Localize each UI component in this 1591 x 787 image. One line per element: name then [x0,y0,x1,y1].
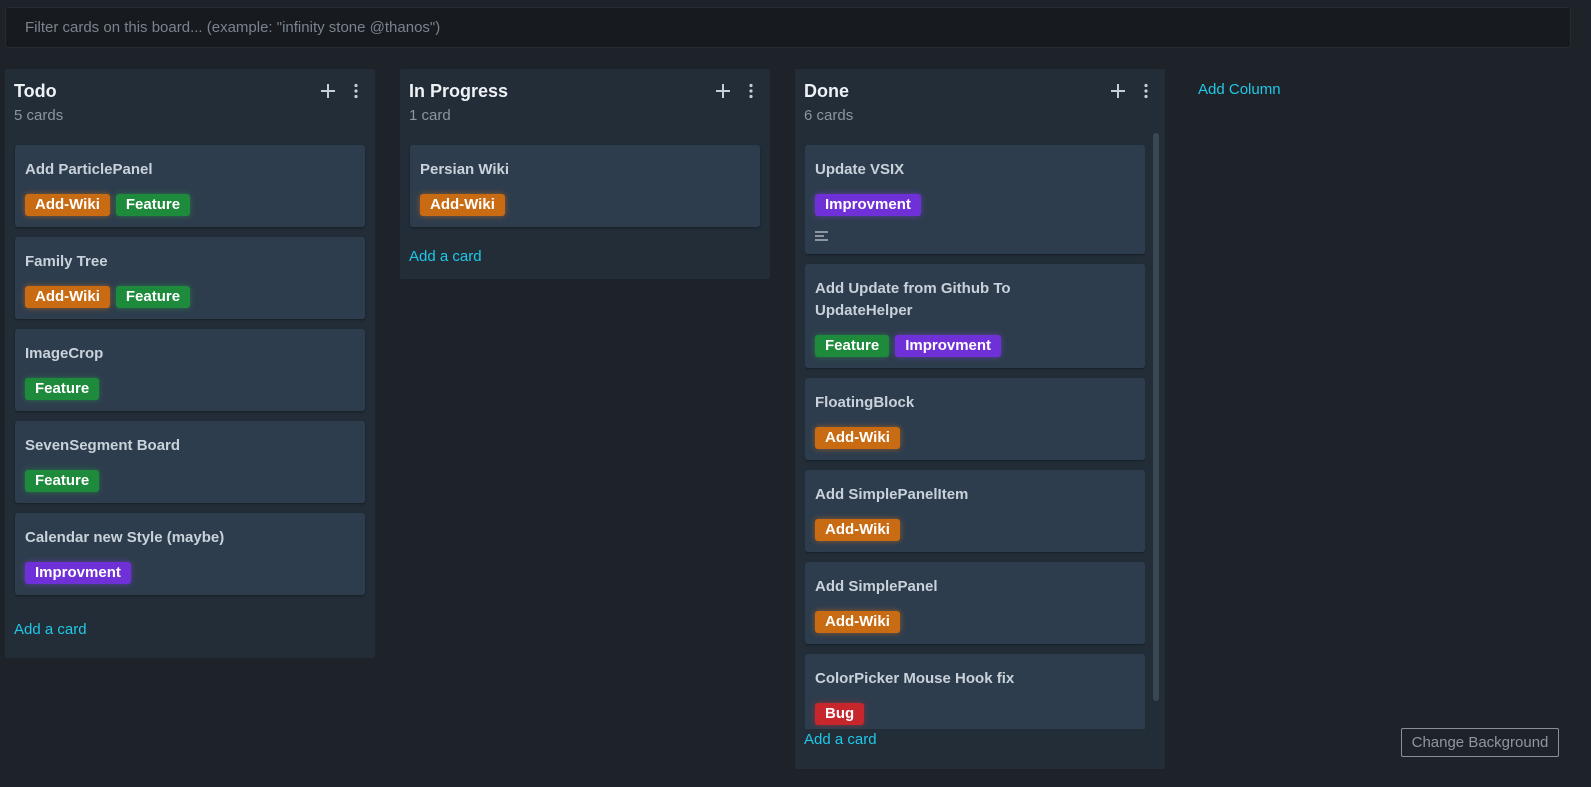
card-labels: Feature [25,378,355,400]
card-title: Update VSIX [815,161,905,178]
card[interactable]: Update VSIX Improvment [805,145,1145,254]
card-title: Add SimplePanelItem [815,486,969,503]
card[interactable]: Add ParticlePanel Add-Wiki Feature [15,145,365,227]
card-labels: Improvment [25,562,355,584]
card-labels: Feature Improvment [815,335,1135,357]
card-labels: Add-Wiki Feature [25,286,355,308]
card-labels: Add-Wiki [815,427,1135,449]
card-labels: Add-Wiki [420,194,750,216]
column-header: Done 6 cards [804,79,1155,129]
card[interactable]: Persian Wiki Add-Wiki [410,145,760,227]
label-feature: Feature [815,335,890,357]
add-card-button[interactable]: Add a card [804,731,877,748]
label-add-wiki: Add-Wiki [25,194,110,216]
kebab-menu-icon[interactable] [347,81,365,101]
add-column-button[interactable]: Add Column [1198,81,1281,98]
column-title: In Progress [409,81,509,101]
filter-input[interactable] [6,8,1570,47]
card[interactable]: Add SimplePanel Add-Wiki [805,562,1145,644]
column-title: Todo [14,81,57,101]
card[interactable]: Add Update from Github To UpdateHelper F… [805,264,1145,368]
add-card-button[interactable]: Add a card [14,621,87,638]
label-improvment: Improvment [895,335,1002,357]
label-feature: Feature [25,470,100,492]
column-actions [1109,81,1155,101]
label-add-wiki: Add-Wiki [815,427,900,449]
column-in-progress: In Progress 1 card Persian Wiki Add-Wiki… [400,69,770,279]
card-labels: Bug [815,703,1135,725]
card-labels: Improvment [815,194,1135,216]
add-card-button[interactable]: Add a card [409,248,482,265]
kebab-menu-icon[interactable] [1137,81,1155,101]
card-title: FloatingBlock [815,394,915,411]
label-feature: Feature [115,286,191,308]
label-add-wiki: Add-Wiki [420,194,505,216]
column-actions [319,81,365,101]
label-add-wiki: Add-Wiki [815,611,900,633]
column-actions [714,81,760,101]
label-improvment: Improvment [815,194,921,216]
column-card-count: 1 card [409,107,451,124]
column-done: Done 6 cards Update VSIX Improvment Add … [795,69,1165,769]
label-improvment: Improvment [25,562,131,584]
card-labels: Add-Wiki [815,519,1135,541]
column-card-count: 5 cards [14,107,64,124]
card-title: ColorPicker Mouse Hook fix [815,670,1015,687]
card[interactable]: ColorPicker Mouse Hook fix Bug [805,654,1145,729]
description-lines-icon [815,231,828,241]
card-labels: Add-Wiki Feature [25,194,355,216]
column-header: In Progress 1 card [409,79,760,129]
card[interactable]: Add SimplePanelItem Add-Wiki [805,470,1145,552]
card-title: ImageCrop [25,345,104,362]
column-card-count: 6 cards [804,107,854,124]
plus-icon[interactable] [1109,81,1127,101]
card-title: Calendar new Style (maybe) [25,529,225,546]
card[interactable]: ImageCrop Feature [15,329,365,411]
card[interactable]: FloatingBlock Add-Wiki [805,378,1145,460]
label-feature: Feature [115,194,191,216]
card-list: Persian Wiki Add-Wiki [410,145,760,237]
label-add-wiki: Add-Wiki [815,519,900,541]
column-header: Todo 5 cards [14,79,365,129]
plus-icon[interactable] [319,81,337,101]
card-title: Family Tree [25,253,108,270]
card-list: Add ParticlePanel Add-Wiki Feature Famil… [15,145,365,605]
filter-bar [5,7,1571,48]
card-title: Persian Wiki [420,161,510,178]
card[interactable]: Family Tree Add-Wiki Feature [15,237,365,319]
label-bug: Bug [815,703,865,725]
change-background-button[interactable]: Change Background [1401,728,1559,757]
plus-icon[interactable] [714,81,732,101]
card-title: SevenSegment Board [25,437,181,454]
card-title: Add SimplePanel [815,578,938,595]
card[interactable]: SevenSegment Board Feature [15,421,365,503]
card-labels: Add-Wiki [815,611,1135,633]
column-scrollbar[interactable] [1153,133,1159,701]
card-title: Add Update from Github To UpdateHelper [815,280,1011,319]
card[interactable]: Calendar new Style (maybe) Improvment [15,513,365,595]
card-labels: Feature [25,470,355,492]
column-todo: Todo 5 cards Add ParticlePanel Add-Wiki … [5,69,375,658]
label-add-wiki: Add-Wiki [25,286,110,308]
card-list: Update VSIX Improvment Add Update from G… [805,145,1145,729]
column-title: Done [804,81,849,101]
card-title: Add ParticlePanel [25,161,153,178]
kebab-menu-icon[interactable] [742,81,760,101]
label-feature: Feature [25,378,100,400]
